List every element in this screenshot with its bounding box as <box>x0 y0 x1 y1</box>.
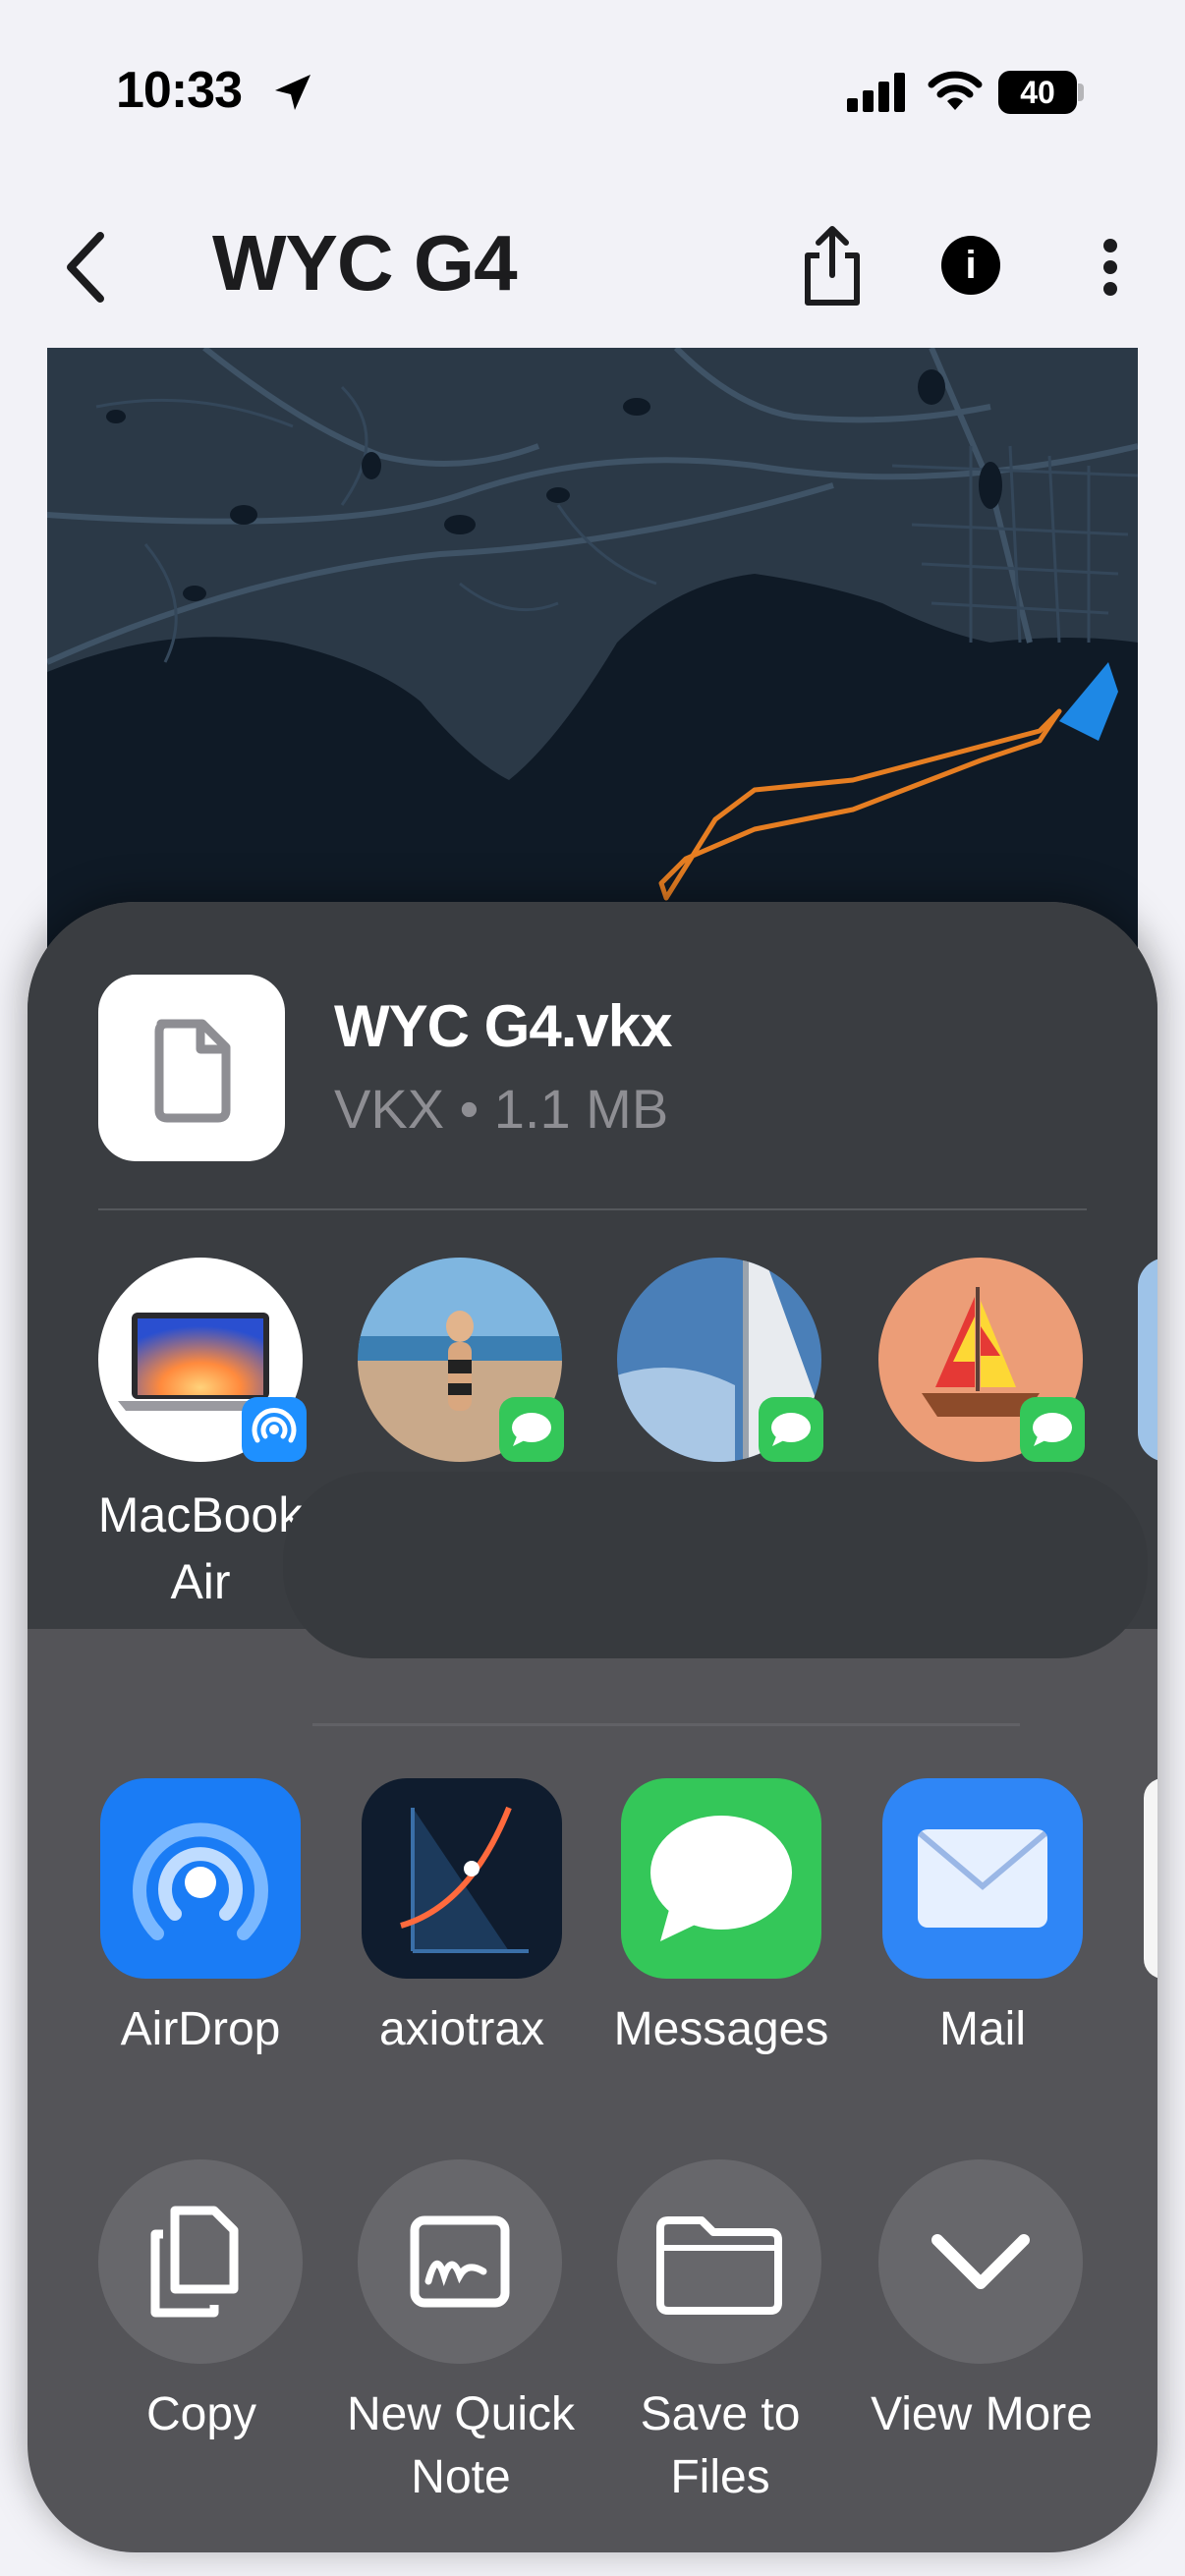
cellular-signal-icon <box>847 73 905 112</box>
page-title: WYC G4 <box>212 219 518 307</box>
file-thumbnail <box>98 975 285 1161</box>
folder-icon <box>656 2216 782 2315</box>
share-icon[interactable] <box>802 224 863 308</box>
action-view-more[interactable] <box>878 2159 1083 2364</box>
chevron-down-icon <box>931 2234 1030 2289</box>
mail-icon <box>918 1829 1047 1928</box>
app-airdrop[interactable] <box>100 1778 301 1979</box>
action-label: Copy <box>145 2388 257 2440</box>
action-new-quick-note[interactable] <box>358 2159 562 2364</box>
info-icon[interactable]: i <box>941 236 1000 295</box>
airdrop-badge-icon <box>242 1397 307 1462</box>
app-label: axiotrax <box>378 2003 545 2055</box>
app-messages[interactable] <box>621 1778 821 1979</box>
header-divider <box>98 1208 1087 1210</box>
document-icon <box>154 1019 231 1123</box>
action-copy[interactable] <box>98 2159 303 2364</box>
more-options-icon[interactable] <box>1100 238 1120 297</box>
app-mail[interactable] <box>882 1778 1083 1979</box>
file-name: WYC G4.vkx <box>334 993 672 1059</box>
action-label: View More <box>871 2388 1093 2440</box>
battery-tip <box>1078 84 1084 101</box>
app-axiotrax[interactable] <box>362 1778 562 1979</box>
action-label: Save to Files <box>640 2388 801 2503</box>
action-label: New Quick Note <box>346 2388 576 2503</box>
messages-icon <box>650 1816 792 1941</box>
messages-badge-icon <box>1020 1397 1085 1462</box>
people-divider <box>312 1723 1020 1726</box>
quick-note-icon <box>410 2215 510 2308</box>
status-bar: 10:33 40 <box>0 0 1185 187</box>
file-meta: VKX • 1.1 MB <box>334 1078 669 1140</box>
back-chevron-icon[interactable] <box>61 228 110 307</box>
app-label: Messages <box>613 2003 829 2055</box>
app-partial[interactable] <box>1144 1778 1157 1979</box>
battery-level: 40 <box>1020 75 1055 110</box>
wifi-icon <box>928 71 983 110</box>
copy-icon <box>150 2206 239 2318</box>
share-sheet: WYC G4.vkx VKX • 1.1 MB MacBook Air AirD… <box>28 902 1157 2552</box>
share-target-partial[interactable] <box>1138 1258 1157 1462</box>
airdrop-icon <box>133 1822 268 1945</box>
app-label: AirDrop <box>120 2003 281 2055</box>
messages-badge-icon <box>759 1397 823 1462</box>
app-label: Mail <box>938 2003 1026 2055</box>
redacted-names <box>283 1472 1148 1658</box>
location-arrow-icon <box>275 75 310 110</box>
status-time: 10:33 <box>116 62 243 119</box>
messages-badge-icon <box>499 1397 564 1462</box>
axiotrax-icon <box>400 1806 529 1953</box>
action-save-to-files[interactable] <box>617 2159 821 2364</box>
